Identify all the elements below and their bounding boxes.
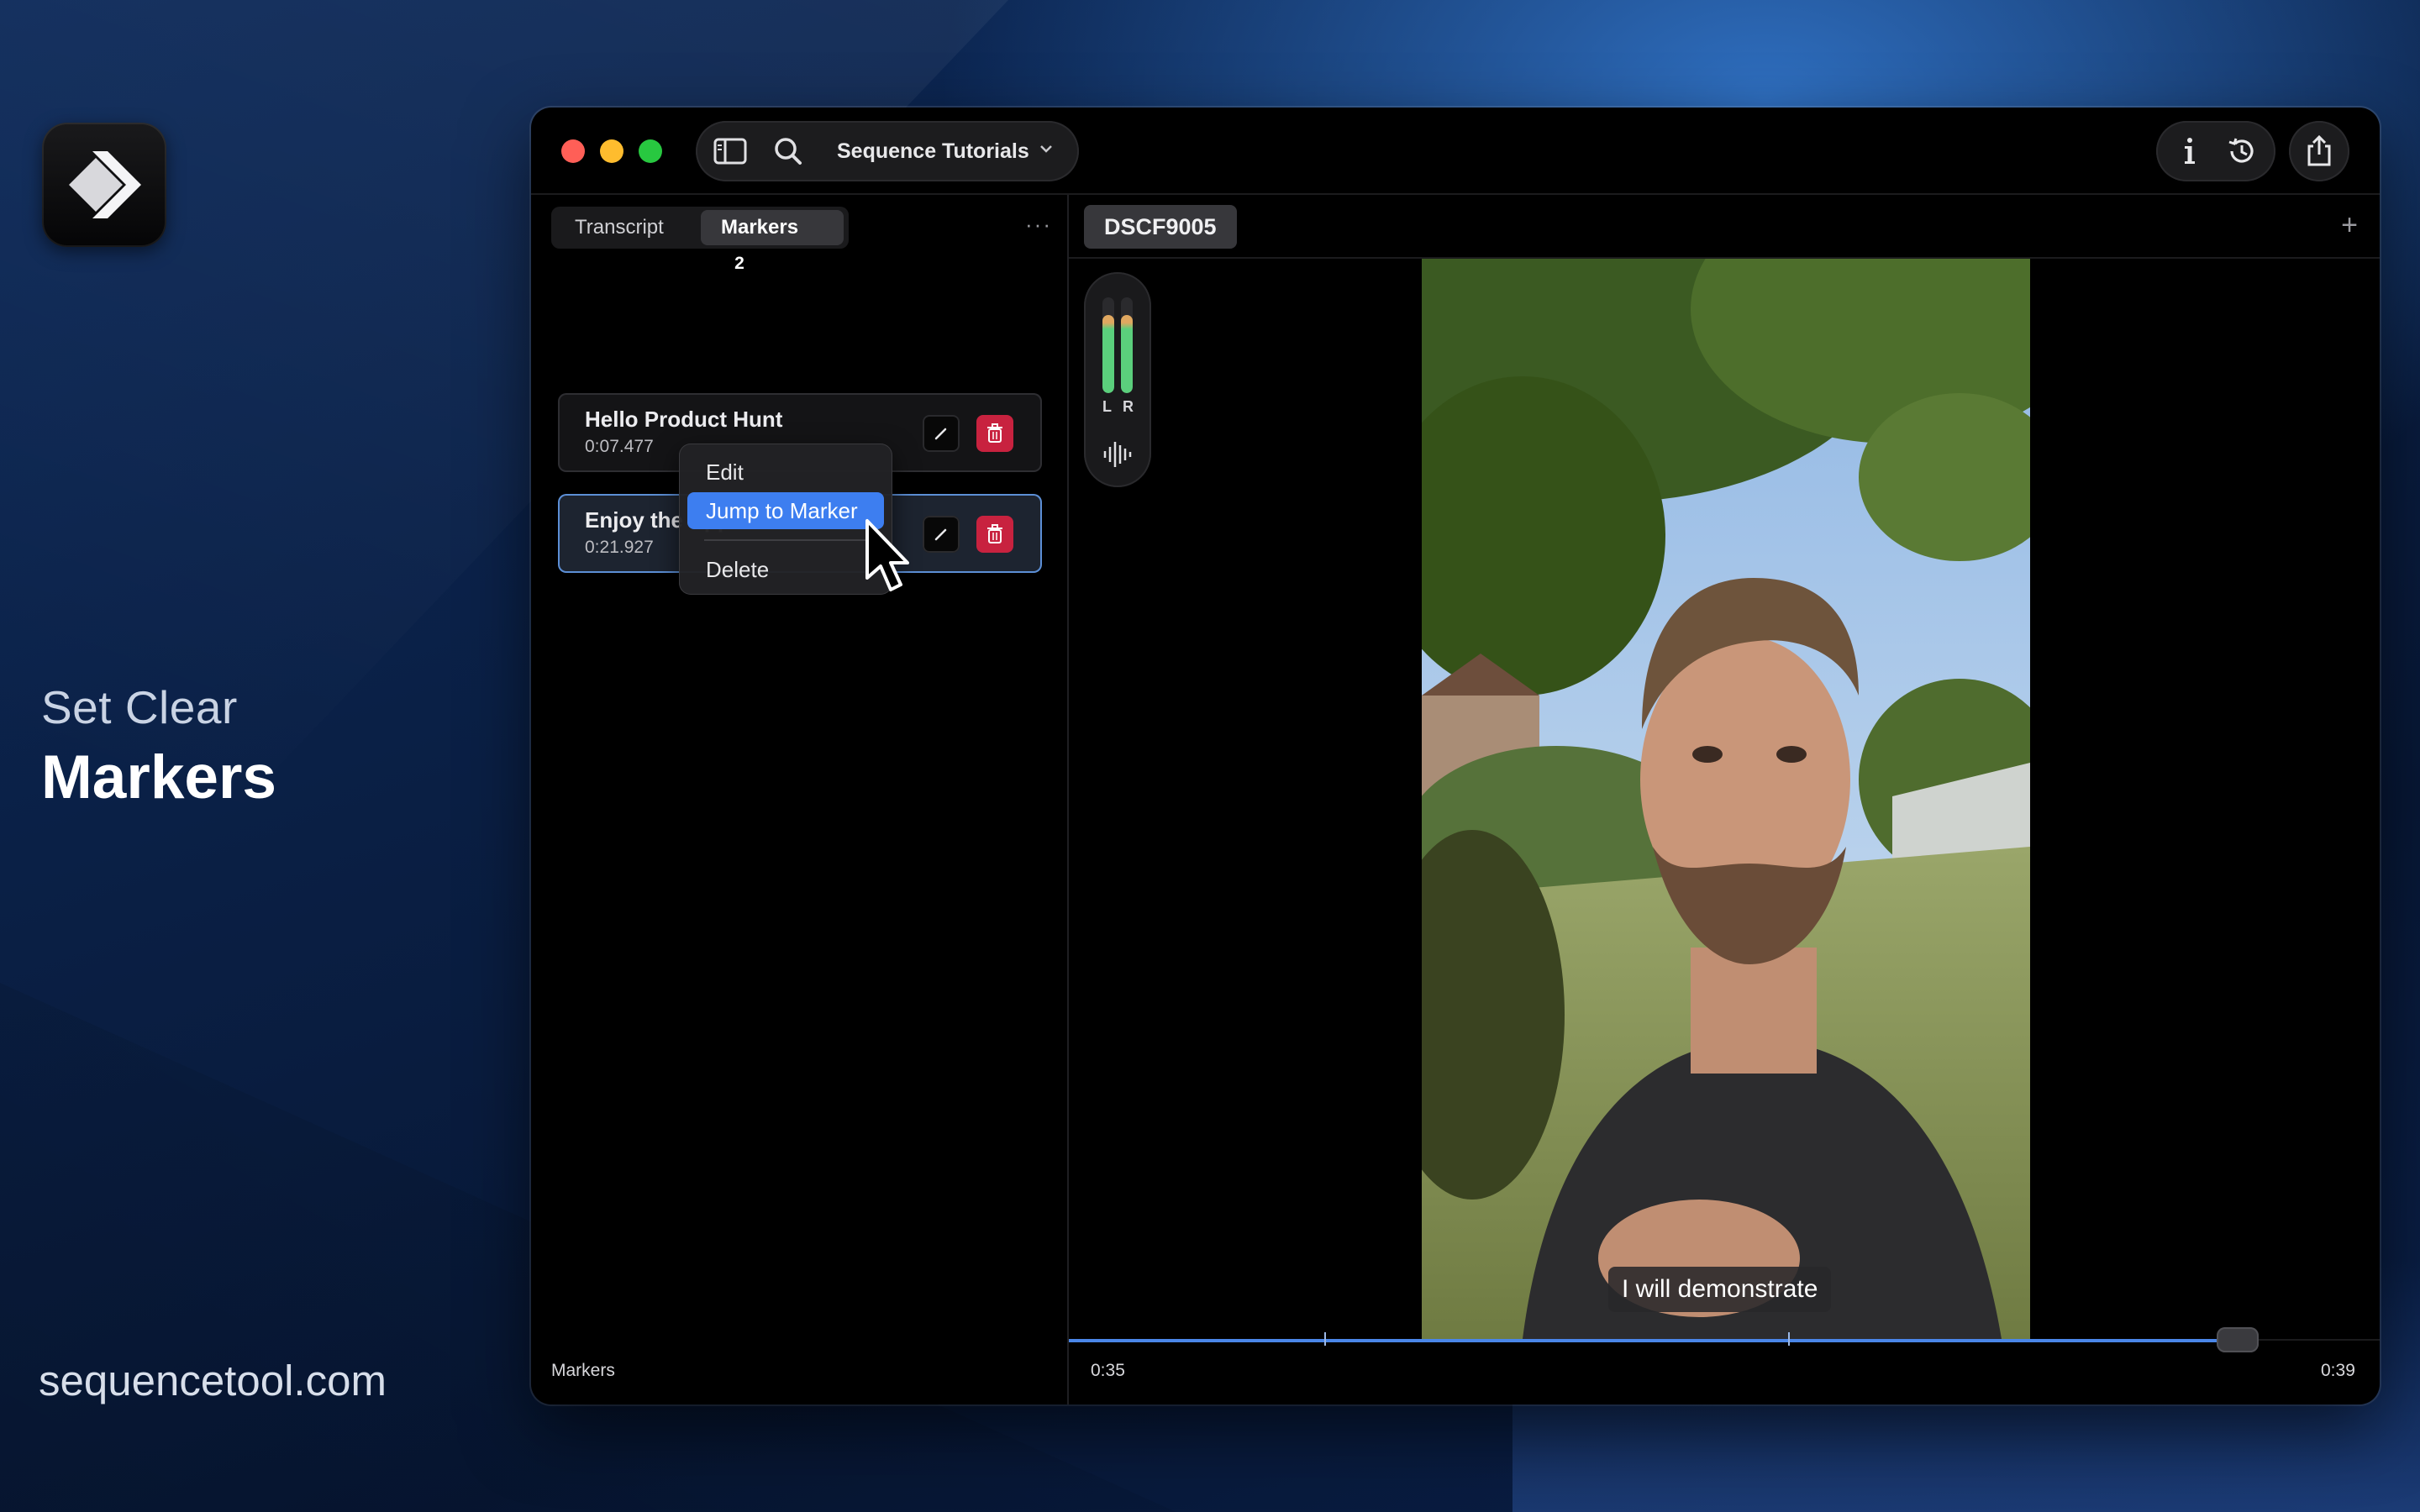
- menu-item-jump-to-marker[interactable]: Jump to Marker: [687, 492, 884, 529]
- share-button[interactable]: [2289, 121, 2349, 181]
- pencil-icon: [934, 528, 947, 541]
- timeline-start-time: 0:35: [1091, 1361, 1125, 1380]
- add-tab-icon[interactable]: +: [2334, 210, 2365, 240]
- timeline-tick: [1324, 1332, 1326, 1346]
- pencil-icon: [934, 428, 947, 440]
- edit-marker-button[interactable]: [923, 516, 960, 553]
- context-menu: Edit Jump to Marker Delete: [679, 444, 892, 595]
- markers-count-badge: 2: [728, 252, 751, 276]
- info-icon[interactable]: [2173, 134, 2207, 168]
- promo-title: Markers: [41, 743, 277, 811]
- delete-marker-button[interactable]: [976, 415, 1013, 452]
- panel-tab-switcher: Transcript Markers 2: [551, 207, 849, 276]
- markers-panel: Transcript Markers 2 ··· Hello Product Hu…: [531, 195, 1069, 1404]
- tab-markers[interactable]: Markers 2: [701, 210, 844, 276]
- timeline-progress[interactable]: [1069, 1339, 2240, 1342]
- waveform-icon[interactable]: [1102, 440, 1133, 473]
- caption-overlay: I will demonstrate: [1608, 1267, 1832, 1312]
- share-icon: [2307, 134, 2331, 166]
- left-channel-bar: [1102, 297, 1114, 393]
- sidebar-icon[interactable]: [713, 134, 748, 168]
- marker-title: Hello Product Hunt: [585, 407, 783, 432]
- menu-item-edit[interactable]: Edit: [687, 454, 884, 491]
- right-channel-label: R: [1123, 398, 1134, 415]
- app-window: Sequence Tutorials Transcript Markers 2 ·…: [531, 108, 2380, 1404]
- playhead-handle[interactable]: [2217, 1327, 2259, 1352]
- more-options-icon[interactable]: ···: [1025, 213, 1052, 240]
- audio-level-meter: L R: [1084, 272, 1151, 487]
- marker-time: 0:21.927: [585, 538, 654, 557]
- tab-label: Transcript: [575, 216, 664, 239]
- tab-transcript[interactable]: Transcript: [555, 210, 697, 245]
- search-icon[interactable]: [771, 134, 805, 168]
- delete-marker-button[interactable]: [976, 516, 1013, 553]
- menu-item-delete[interactable]: Delete: [687, 551, 884, 588]
- project-name[interactable]: Sequence Tutorials: [837, 138, 1029, 165]
- edit-marker-button[interactable]: [923, 415, 960, 452]
- app-logo-icon: [42, 123, 166, 247]
- promo-subtitle: Set Clear: [41, 681, 238, 733]
- mouse-pointer-icon: [864, 517, 911, 599]
- promo-url: sequencetool.com: [39, 1357, 387, 1404]
- timeline-end-time: 0:39: [2321, 1361, 2355, 1380]
- timeline-tick: [1788, 1332, 1790, 1346]
- marker-time: 0:07.477: [585, 437, 654, 456]
- panel-footer-label: Markers: [551, 1361, 615, 1380]
- toolbar-left-group: Sequence Tutorials: [696, 121, 1079, 181]
- right-channel-bar: [1121, 297, 1133, 393]
- left-channel-label: L: [1102, 398, 1112, 415]
- video-preview[interactable]: [1422, 259, 2030, 1339]
- zoom-window-button[interactable]: [639, 139, 662, 163]
- title-bar: Sequence Tutorials: [531, 108, 2380, 195]
- toolbar-right-group: [2156, 121, 2275, 181]
- minimize-window-button[interactable]: [600, 139, 623, 163]
- close-window-button[interactable]: [561, 139, 585, 163]
- trash-icon: [987, 423, 1002, 443]
- history-icon[interactable]: [2225, 134, 2259, 168]
- trash-icon: [987, 524, 1002, 543]
- chevron-down-icon[interactable]: [1039, 143, 1054, 159]
- tab-label: Markers: [721, 216, 799, 239]
- menu-separator: [704, 539, 867, 541]
- clip-tab[interactable]: DSCF9005: [1084, 205, 1237, 249]
